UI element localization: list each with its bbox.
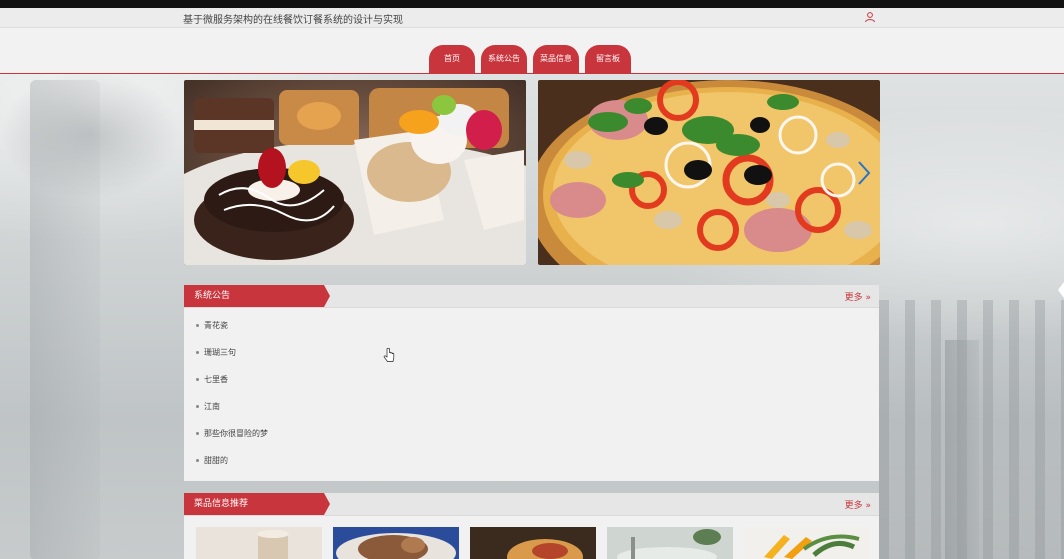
dish-thumbnail-vegetables[interactable] [744, 527, 870, 559]
recommend-more-link[interactable]: 更多 » [845, 498, 871, 511]
notices-panel-title: 系统公告 [184, 285, 330, 307]
side-collapse-handle-icon[interactable] [1058, 282, 1064, 298]
pastries-photo [184, 80, 526, 265]
double-chevron-right-icon: » [862, 501, 871, 511]
user-icon[interactable] [864, 11, 876, 23]
notice-item[interactable]: 甜甜的 [196, 455, 879, 482]
nav-tab-dishes[interactable]: 菜品信息 [533, 45, 579, 73]
notice-item[interactable]: 珊瑚三句 [196, 347, 879, 374]
main-navigation: 首页 系统公告 菜品信息 留言板 [0, 28, 1064, 74]
dish-thumbnail-salad[interactable] [607, 527, 733, 559]
carousel-next-arrow-icon[interactable] [856, 160, 872, 186]
hand-pointer-cursor-icon [383, 348, 395, 362]
recommend-thumbnails [196, 527, 870, 559]
background-pillar-right [945, 340, 979, 559]
background-pillar-left [30, 80, 100, 559]
notice-item[interactable]: 那些你很冒险的梦 [196, 428, 879, 455]
notice-item[interactable]: 江南 [196, 401, 879, 428]
banner-image-pastries[interactable] [184, 80, 526, 265]
notice-list: 青花瓷 珊瑚三句 七里香 江南 那些你很冒险的梦 甜甜的 [184, 308, 879, 482]
double-chevron-right-icon: » [862, 293, 871, 303]
site-title: 基于微服务架构的在线餐饮订餐系统的设计与实现 [183, 15, 403, 26]
recommend-panel-header: 菜品信息推荐 更多 » [184, 493, 879, 516]
dish-thumbnail-burger[interactable] [470, 527, 596, 559]
notices-panel-header: 系统公告 更多 » [184, 285, 879, 308]
site-header-bar: 基于微服务架构的在线餐饮订餐系统的设计与实现 [0, 8, 1064, 28]
notices-more-label: 更多 [844, 293, 863, 303]
nav-tab-home[interactable]: 首页 [429, 45, 475, 73]
nav-tab-message-board[interactable]: 留言板 [585, 45, 631, 73]
pizza-photo [538, 80, 880, 265]
dish-thumbnail-meat[interactable] [333, 527, 459, 559]
window-top-strip [0, 0, 1064, 8]
recommend-panel-title: 菜品信息推荐 [184, 493, 330, 515]
nav-tab-announcements[interactable]: 系统公告 [481, 45, 527, 73]
dish-thumbnail-drink[interactable] [196, 527, 322, 559]
notice-item[interactable]: 青花瓷 [196, 320, 879, 347]
recommend-more-label: 更多 [844, 501, 863, 511]
notice-item[interactable]: 七里香 [196, 374, 879, 401]
notices-more-link[interactable]: 更多 » [845, 290, 871, 303]
banner-image-pizza[interactable] [538, 80, 880, 265]
notices-panel: 系统公告 更多 » 青花瓷 珊瑚三句 七里香 江南 那些你很冒险的梦 甜甜的 [184, 285, 879, 481]
